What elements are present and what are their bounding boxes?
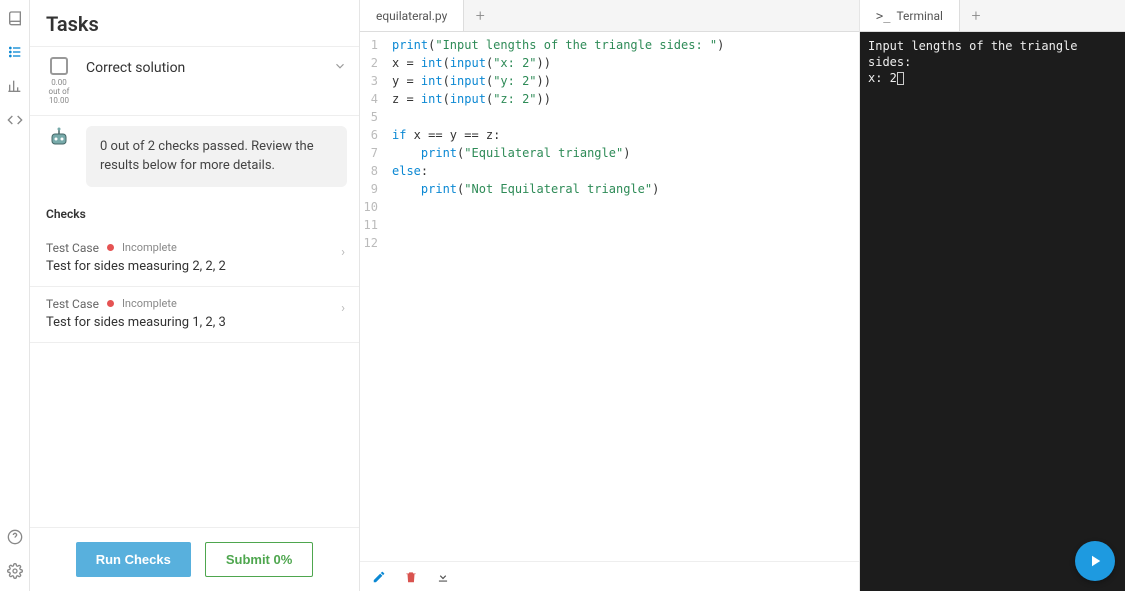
download-icon[interactable] <box>436 570 450 584</box>
chevron-down-icon[interactable] <box>333 59 347 77</box>
feedback-bubble: 0 out of 2 checks passed. Review the res… <box>86 126 347 186</box>
chevron-right-icon: › <box>341 245 345 260</box>
check-status: Incomplete <box>122 297 177 310</box>
robot-column <box>42 126 76 186</box>
editor-tab[interactable]: equilateral.py <box>360 0 464 31</box>
tasks-footer: Run Checks Submit 0% <box>30 527 359 591</box>
run-checks-button[interactable]: Run Checks <box>76 542 191 577</box>
gear-icon[interactable] <box>7 563 23 579</box>
check-label: Test Case <box>46 241 99 255</box>
editor-footer <box>360 561 859 591</box>
terminal-tab-bar: >_ Terminal + <box>860 0 1125 32</box>
task-score: 0.00 out of 10.00 <box>49 79 70 105</box>
list-icon[interactable] <box>7 44 23 60</box>
terminal-tab-label: Terminal <box>896 9 943 23</box>
checks-label: Checks <box>30 201 359 231</box>
code-editor[interactable]: 123456789101112 print("Input lengths of … <box>360 32 859 561</box>
code-content[interactable]: print("Input lengths of the triangle sid… <box>384 32 859 561</box>
terminal-panel: >_ Terminal + Input lengths of the trian… <box>860 0 1125 591</box>
app-root: Tasks 0.00 out of 10.00 Correct solution <box>0 0 1125 591</box>
chart-icon[interactable] <box>7 78 23 94</box>
terminal-icon: >_ <box>876 9 890 23</box>
left-icon-bar <box>0 0 30 591</box>
check-item[interactable]: Test Case Incomplete Test for sides measur… <box>30 287 359 343</box>
book-icon[interactable] <box>7 10 23 26</box>
task-title-row: Correct solution <box>86 57 347 77</box>
code-icon[interactable] <box>7 112 23 128</box>
feedback-row: 0 out of 2 checks passed. Review the res… <box>30 116 359 200</box>
status-dot-icon <box>107 244 114 251</box>
add-tab-button[interactable]: + <box>464 0 496 31</box>
add-terminal-tab-button[interactable]: + <box>960 0 992 31</box>
tasks-panel: Tasks 0.00 out of 10.00 Correct solution <box>30 0 360 591</box>
task-check-column: 0.00 out of 10.00 <box>42 57 76 105</box>
terminal-tab[interactable]: >_ Terminal <box>860 0 960 31</box>
robot-icon <box>47 126 71 150</box>
check-header: Test Case Incomplete <box>46 297 343 311</box>
tasks-body: 0.00 out of 10.00 Correct solution <box>30 47 359 527</box>
check-item[interactable]: Test Case Incomplete Test for sides measur… <box>30 231 359 287</box>
submit-button[interactable]: Submit 0% <box>205 542 313 577</box>
task-checkbox[interactable] <box>50 57 68 75</box>
check-status: Incomplete <box>122 241 177 254</box>
trash-icon[interactable] <box>404 570 418 584</box>
line-number-gutter: 123456789101112 <box>360 32 384 561</box>
terminal-output[interactable]: Input lengths of the triangle sides:x: 2 <box>860 32 1125 591</box>
editor-panel: equilateral.py + 123456789101112 print("… <box>360 0 860 591</box>
edit-icon[interactable] <box>372 570 386 584</box>
editor-tab-bar: equilateral.py + <box>360 0 859 32</box>
task-item[interactable]: 0.00 out of 10.00 Correct solution <box>30 47 359 116</box>
chevron-right-icon: › <box>341 301 345 316</box>
play-button[interactable] <box>1075 541 1115 581</box>
status-dot-icon <box>107 300 114 307</box>
check-description: Test for sides measuring 2, 2, 2 <box>46 259 343 274</box>
task-title: Correct solution <box>86 60 185 76</box>
help-icon[interactable] <box>7 529 23 545</box>
check-header: Test Case Incomplete <box>46 241 343 255</box>
check-label: Test Case <box>46 297 99 311</box>
tasks-heading: Tasks <box>30 0 359 47</box>
check-description: Test for sides measuring 1, 2, 3 <box>46 315 343 330</box>
